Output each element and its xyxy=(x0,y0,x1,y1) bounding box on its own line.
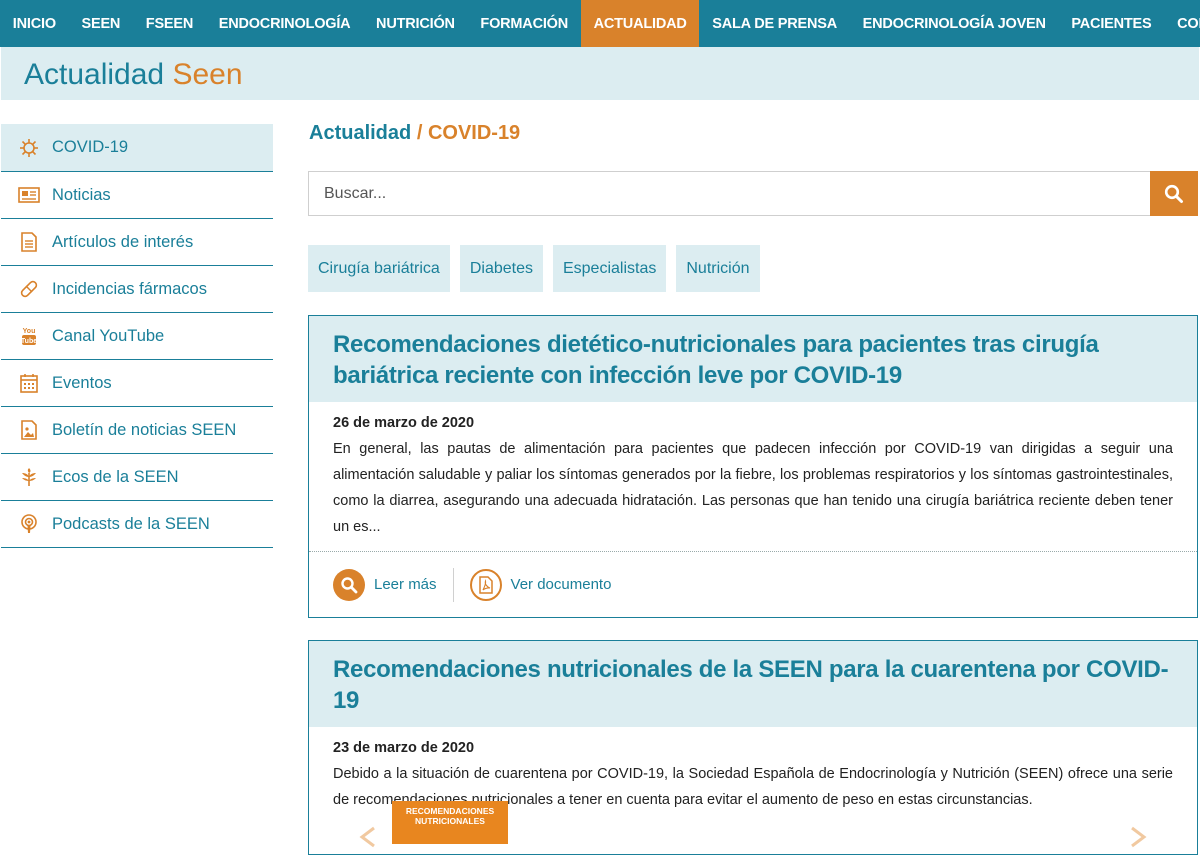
section-title-part2: Seen xyxy=(172,58,243,91)
view-document-link[interactable]: Ver documento xyxy=(469,568,612,601)
nav-item-fseen[interactable]: FSEEN xyxy=(133,0,206,47)
sidebar-item-label: Eventos xyxy=(52,373,112,392)
article-actions: Leer más Ver documento xyxy=(309,551,1197,617)
document-icon xyxy=(18,231,40,253)
sidebar-item-noticias[interactable]: Noticias xyxy=(1,172,273,219)
sidebar-item-label: Canal YouTube xyxy=(52,326,165,345)
nav-item-endocrinologia[interactable]: ENDOCRINOLOGÍA xyxy=(206,0,363,47)
top-nav: INICIO SEEN FSEEN ENDOCRINOLOGÍA NUTRICI… xyxy=(0,0,1200,47)
newspaper-icon xyxy=(18,184,40,206)
tag-especialistas[interactable]: Especialistas xyxy=(552,245,667,292)
nav-item-pacientes[interactable]: PACIENTES xyxy=(1059,0,1165,47)
search-input[interactable] xyxy=(308,171,1150,216)
read-more-label: Leer más xyxy=(374,576,437,593)
virus-icon xyxy=(18,137,40,159)
carousel-next-arrow[interactable] xyxy=(1128,826,1150,848)
nav-item-actualidad[interactable]: ACTUALIDAD xyxy=(580,0,700,47)
article-title-link[interactable]: Recomendaciones nutricionales de la SEEN… xyxy=(333,656,1169,714)
article-title-link[interactable]: Recomendaciones dietético-nutricionales … xyxy=(333,331,1099,389)
sidebar-item-boletin[interactable]: Boletín de noticias SEEN xyxy=(1,407,273,454)
sidebar-item-articulos[interactable]: Artículos de interés xyxy=(1,219,273,266)
read-more-link[interactable]: Leer más xyxy=(333,568,437,601)
svg-text:Tube: Tube xyxy=(21,338,37,345)
sidebar-item-label: Noticias xyxy=(52,185,111,204)
sidebar-item-ecos[interactable]: Ecos de la SEEN xyxy=(1,454,273,501)
breadcrumb: Actualidad / COVID-19 xyxy=(309,120,520,146)
article-excerpt: En general, las pautas de alimentación p… xyxy=(333,441,1173,535)
sidebar-item-label: Ecos de la SEEN xyxy=(52,467,179,486)
search-bar xyxy=(308,171,1198,216)
tag-list: Cirugía bariátrica Diabetes Especialista… xyxy=(308,245,770,292)
article-header: Recomendaciones nutricionales de la SEEN… xyxy=(309,641,1197,727)
tag-nutricion[interactable]: Nutrición xyxy=(676,245,760,292)
pill-icon xyxy=(18,278,40,300)
section-banner: Actualidad Seen xyxy=(1,47,1199,100)
tag-diabetes[interactable]: Diabetes xyxy=(459,245,543,292)
thumbnail-title: RECOMENDACIONES NUTRICIONALES xyxy=(405,806,495,826)
sidebar-item-incidencias[interactable]: Incidencias fármacos xyxy=(1,266,273,313)
tag-cirugia-bariatrica[interactable]: Cirugía bariátrica xyxy=(308,245,450,292)
sidebar-item-label: Boletín de noticias SEEN xyxy=(52,420,237,439)
calendar-icon xyxy=(18,372,40,394)
carousel-prev-arrow[interactable] xyxy=(356,826,378,848)
magnifier-icon xyxy=(333,568,365,601)
sidebar-item-podcasts[interactable]: Podcasts de la SEEN xyxy=(1,501,273,548)
sidebar-item-youtube[interactable]: You Tube Canal YouTube xyxy=(1,313,273,360)
article-date: 26 de marzo de 2020 xyxy=(333,415,475,431)
carousel-thumbnail[interactable]: RECOMENDACIONES NUTRICIONALES xyxy=(392,801,508,844)
sidebar-item-eventos[interactable]: Eventos xyxy=(1,360,273,407)
breadcrumb-separator: / xyxy=(416,122,423,144)
sidebar-item-label: Artículos de interés xyxy=(52,232,194,251)
nav-item-sala-de-prensa[interactable]: SALA DE PRENSA xyxy=(699,0,849,47)
image-file-icon xyxy=(18,419,40,441)
article-card: Recomendaciones dietético-nutricionales … xyxy=(308,315,1198,618)
breadcrumb-current: COVID-19 xyxy=(427,122,521,144)
sidebar-item-label: Incidencias fármacos xyxy=(52,279,207,298)
sidebar-item-covid19[interactable]: COVID-19 xyxy=(1,124,273,172)
nav-item-contacto[interactable]: CONTACTO xyxy=(1164,0,1200,47)
search-icon xyxy=(1164,184,1183,203)
pdf-icon xyxy=(469,568,502,601)
sidebar: COVID-19 Noticias Artículos de interés I… xyxy=(1,124,273,548)
section-title: Actualidad Seen xyxy=(24,58,243,92)
nav-item-formacion[interactable]: FORMACIÓN xyxy=(468,0,581,47)
svg-text:You: You xyxy=(23,328,36,335)
podcast-icon xyxy=(18,513,40,535)
nav-item-endocrinologia-joven[interactable]: ENDOCRINOLOGÍA JOVEN xyxy=(850,0,1059,47)
youtube-icon: You Tube xyxy=(18,325,40,347)
breadcrumb-section[interactable]: Actualidad xyxy=(309,122,411,144)
nav-item-inicio[interactable]: INICIO xyxy=(0,0,69,47)
search-button[interactable] xyxy=(1150,171,1198,216)
article-header: Recomendaciones dietético-nutricionales … xyxy=(309,316,1197,402)
action-divider xyxy=(452,567,454,602)
leaf-icon xyxy=(18,466,40,488)
sidebar-item-label: COVID-19 xyxy=(52,138,129,156)
section-title-part1: Actualidad xyxy=(24,58,165,91)
view-document-label: Ver documento xyxy=(510,576,612,593)
article-date: 23 de marzo de 2020 xyxy=(333,740,475,756)
nav-item-nutricion[interactable]: NUTRICIÓN xyxy=(363,0,467,47)
nav-item-seen[interactable]: SEEN xyxy=(69,0,133,47)
sidebar-item-label: Podcasts de la SEEN xyxy=(52,514,210,533)
